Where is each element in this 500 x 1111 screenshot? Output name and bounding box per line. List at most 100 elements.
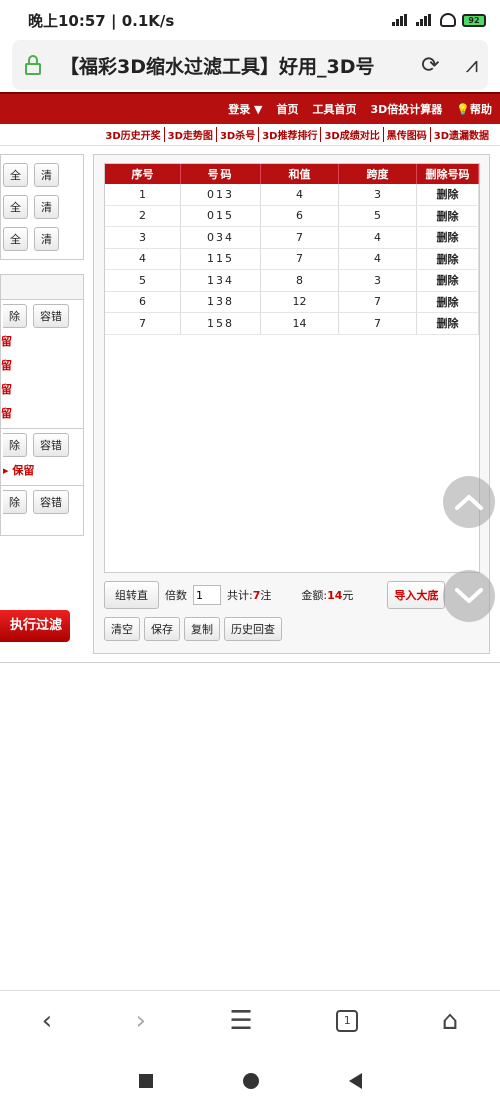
delete-link[interactable]: 删除 [417,205,479,226]
subnav-ranking[interactable]: 3D推荐排行 [259,127,322,142]
back-icon[interactable]: ‹ [42,1006,52,1036]
cell-sum: 14 [261,313,339,334]
page-title[interactable]: 【福彩3D缩水过滤工具】好用_3D号 [60,52,421,79]
signal-icon [392,14,410,26]
tolerance-button[interactable]: 容错 [33,304,69,328]
bulb-icon: 💡 [456,103,470,116]
header-number: 号码 [181,164,261,184]
subnav-kill[interactable]: 3D杀号 [217,127,260,142]
lock-icon [22,54,44,76]
filter-panel: 全清 全清 全清 除容错 留 留 留 留 除容错 ▸ 保留 除容错 [0,154,84,536]
cell-index: 1 [105,184,181,205]
table-row: 4 115 7 4 删除 [105,248,479,270]
table-row: 1 013 4 3 删除 [105,184,479,206]
history-check-button[interactable]: 历史回查 [224,617,282,641]
nav-login[interactable]: 登录 ▼ [228,101,262,117]
delete-link[interactable]: 删除 [417,184,479,205]
cell-number: 115 [181,248,261,269]
select-all-button[interactable]: 全 [3,227,28,251]
web-content: 登录 ▼ 首页 工具首页 3D倍投计算器 💡帮助 3D历史开奖 3D走势图 3D… [0,92,500,987]
cell-span: 3 [339,270,417,291]
cell-sum: 7 [261,227,339,248]
header-span: 跨度 [339,164,417,184]
copy-button[interactable]: 复制 [184,617,220,641]
table-row: 5 134 8 3 删除 [105,270,479,292]
cell-span: 4 [339,227,417,248]
reload-icon[interactable]: ⟳ [421,53,439,78]
keep-label: 留 [1,335,12,348]
tolerance-button[interactable]: 容错 [33,490,69,514]
clear-button[interactable]: 清 [34,163,59,187]
remove-button[interactable]: 除 [3,304,27,328]
delete-link[interactable]: 删除 [417,291,479,312]
select-all-button[interactable]: 全 [3,195,28,219]
total-amount: 金额:14元 [301,589,354,602]
keep-label: 留 [1,383,12,396]
subnav-history[interactable]: 3D历史开奖 [102,127,165,142]
total-count: 共计:7注 [227,589,272,602]
clear-all-button[interactable]: 清空 [104,617,140,641]
cell-number: 034 [181,227,261,248]
tabs-icon[interactable]: 1 [336,1009,359,1032]
panel-header [0,274,84,300]
cell-index: 7 [105,313,181,334]
delete-link[interactable]: 删除 [417,227,479,248]
delete-link[interactable]: 删除 [417,270,479,291]
subnav-missing[interactable]: 3D遗漏数据 [431,127,492,142]
home-button-icon[interactable] [242,1072,259,1089]
sub-nav: 3D历史开奖 3D走势图 3D杀号 3D推荐排行 3D成绩对比 黑传图码 3D遗… [0,124,500,146]
select-all-button[interactable]: 全 [3,163,28,187]
save-button[interactable]: 保存 [144,617,180,641]
cell-number: 134 [181,270,261,291]
remove-button[interactable]: 除 [3,433,27,457]
execute-filter-button[interactable]: 执行过滤 [0,610,70,642]
battery-icon: 92 [462,13,486,27]
nav-tools-home[interactable]: 工具首页 [313,101,357,117]
menu-icon[interactable]: ☰ [229,1006,252,1036]
cell-sum: 12 [261,291,339,312]
cell-number: 158 [181,313,261,334]
recents-icon[interactable] [138,1073,153,1088]
cell-sum: 7 [261,248,339,269]
scroll-up-button[interactable] [443,476,495,528]
back-nav-icon[interactable] [348,1072,362,1089]
subnav-trend[interactable]: 3D走势图 [165,127,217,142]
cell-span: 7 [339,313,417,334]
share-icon[interactable]: ⩘ [466,53,478,78]
chevron-down-icon [455,588,483,603]
clear-button[interactable]: 清 [34,195,59,219]
multiplier-label: 倍数 [165,589,187,602]
system-nav [0,1050,500,1111]
nav-calculator[interactable]: 3D倍投计算器 [371,101,443,117]
subnav-pictures[interactable]: 黑传图码 [384,127,431,142]
clear-button[interactable]: 清 [34,227,59,251]
table-row: 6 138 12 7 删除 [105,291,479,313]
cell-index: 6 [105,291,181,312]
multiplier-input[interactable] [193,585,221,605]
signal-icon-2 [416,14,434,26]
address-bar[interactable]: 【福彩3D缩水过滤工具】好用_3D号 ⟳ ⩘ [12,40,488,90]
nav-help[interactable]: 💡帮助 [456,101,492,117]
group-to-direct-button[interactable]: 组转直 [104,581,159,609]
subnav-compare[interactable]: 3D成绩对比 [321,127,384,142]
table-row: 7 158 14 7 删除 [105,313,479,335]
cell-number: 013 [181,184,261,205]
delete-link[interactable]: 删除 [417,248,479,269]
import-button[interactable]: 导入大底 [387,581,446,609]
nav-home[interactable]: 首页 [277,101,299,117]
cell-sum: 6 [261,205,339,226]
forward-icon[interactable]: › [136,1006,146,1036]
header-index: 序号 [105,164,181,184]
remove-button[interactable]: 除 [3,490,27,514]
scroll-down-button[interactable] [443,570,495,622]
cell-index: 3 [105,227,181,248]
tolerance-button[interactable]: 容错 [33,433,69,457]
cell-number: 138 [181,291,261,312]
action-buttons: 清空 保存 复制 历史回查 [104,617,479,641]
home-icon[interactable]: ⌂ [442,1006,459,1036]
delete-link[interactable]: 删除 [417,313,479,334]
top-nav: 登录 ▼ 首页 工具首页 3D倍投计算器 💡帮助 [0,92,500,124]
header-sum: 和值 [261,164,339,184]
cell-index: 5 [105,270,181,291]
table-row: 3 034 7 4 删除 [105,227,479,249]
